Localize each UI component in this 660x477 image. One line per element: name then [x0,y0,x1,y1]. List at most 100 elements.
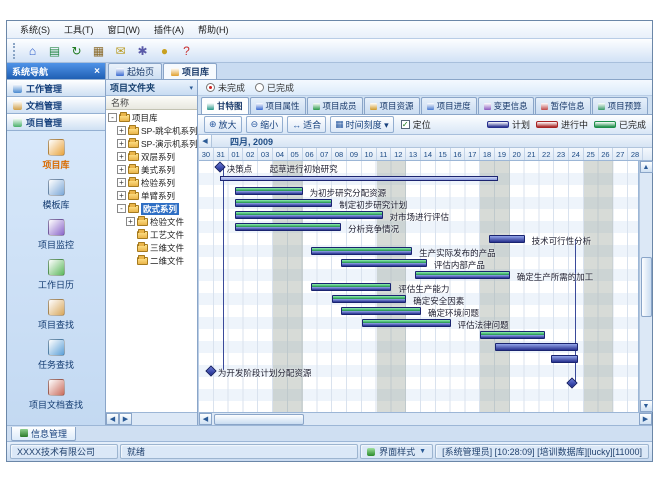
expand-icon[interactable]: + [126,217,135,226]
task-bar[interactable] [311,247,412,255]
sidebar-item-模板库[interactable]: 模板库 [10,177,102,214]
expand-icon[interactable]: + [117,165,126,174]
scroll-right-icon[interactable]: ▶ [119,413,132,425]
sidebar-item-任务查找[interactable]: 任务查找 [10,337,102,374]
task-bar[interactable] [311,283,391,291]
tree-hscrollbar[interactable]: ◀ ▶ [106,412,197,425]
tree-item-美式系列[interactable]: +美式系列 [106,163,197,176]
locate-checkbox[interactable]: ✓ 定位 [401,118,431,131]
refresh-icon[interactable]: ↻ [67,41,86,60]
tree-item-工艺文件[interactable]: 工艺文件 [106,228,197,241]
tree-item-单臂系列[interactable]: +单臂系列 [106,189,197,202]
report-icon[interactable]: ▦ [89,41,108,60]
message-icon[interactable]: ✉ [111,41,130,60]
scroll-down-icon[interactable]: ▼ [640,400,653,412]
view-tab-暂停信息[interactable]: 暂停信息 [535,97,591,114]
menu-系统(S)[interactable]: 系统(S) [13,21,57,38]
view-tab-甘特图[interactable]: 甘特图 [201,97,249,114]
timeline-scroll-left-icon[interactable]: ◀ [199,135,212,147]
tree-item-SP-跳伞机系列[interactable]: +SP-跳伞机系列 [106,124,197,137]
sidebar-item-项目监控[interactable]: 项目监控 [10,217,102,254]
expand-icon[interactable]: + [117,191,126,200]
gantt-button-适合[interactable]: ↔适合 [287,116,326,133]
gantt-button-缩小[interactable]: ⊖缩小 [246,116,284,133]
tree-item-检验系列[interactable]: +检验系列 [106,176,197,189]
task-bar[interactable] [235,223,342,231]
expand-icon[interactable]: + [117,178,126,187]
sidebar-group-项目管理[interactable]: 项目管理 [7,113,105,131]
scroll-left-icon[interactable]: ◀ [106,413,119,425]
filter-未完成[interactable]: 未完成 [206,81,245,94]
sidebar-item-工作日历[interactable]: 工作日历 [10,257,102,294]
task-bar[interactable] [235,199,333,207]
tree-item-双层系列[interactable]: +双层系列 [106,150,197,163]
view-tab-变更信息[interactable]: 变更信息 [478,97,534,114]
tree-panel-menu-icon[interactable]: ▾ [189,84,193,92]
summary-bar[interactable] [220,176,498,181]
task-bar[interactable] [551,355,578,363]
gantt-button-时间刻度 ▾[interactable]: ▦时间刻度 ▾ [330,116,394,133]
tree-item-检验文件[interactable]: +检验文件 [106,215,197,228]
task-bar[interactable] [415,271,510,279]
tab-info-management[interactable]: 信息管理 [11,427,76,441]
tree-item-项目库[interactable]: -项目库 [106,111,197,124]
scroll-up-icon[interactable]: ▲ [640,161,653,173]
task-bar[interactable] [341,259,427,267]
scroll-right-icon[interactable]: ▶ [639,413,652,425]
sidebar-items: 项目库模板库项目监控工作日历项目查找任务查找项目文档查找 [7,131,105,425]
tree-column-header[interactable]: 名称 [106,96,197,110]
tree-item-二维文件[interactable]: 二维文件 [106,254,197,267]
task-bar[interactable] [332,295,406,303]
expand-icon[interactable]: + [117,152,126,161]
task-bar[interactable] [341,307,421,315]
view-tab-项目属性[interactable]: 项目属性 [250,97,306,114]
collapse-icon[interactable]: - [117,204,126,213]
toolbar-grip[interactable] [13,43,16,59]
hscroll-thumb[interactable] [214,414,304,425]
ui-style-dropdown[interactable]: 界面样式 ▼ [360,444,433,459]
explorer-icon[interactable]: ▤ [45,41,64,60]
view-tab-项目进度[interactable]: 项目进度 [421,97,477,114]
settings-icon[interactable]: ✱ [133,41,152,60]
filter-已完成[interactable]: 已完成 [255,81,294,94]
gantt-chart[interactable]: 决策点起草进行初始研究为初步研究分配资源制定初步研究计划对市场进行评估分析竞争情… [199,161,639,412]
task-bar[interactable] [495,343,578,351]
menu-工具(T)[interactable]: 工具(T) [57,21,101,38]
sidebar-item-项目库[interactable]: 项目库 [10,137,102,174]
task-bar[interactable] [489,235,525,243]
task-bar[interactable] [235,211,383,219]
folder-icon [137,218,148,226]
sidebar-group-工作管理[interactable]: 工作管理 [7,79,105,97]
expand-icon[interactable]: + [117,139,126,148]
task-bar[interactable] [235,187,303,195]
doc-tab-项目库[interactable]: 项目库 [163,63,217,79]
view-tab-项目预算[interactable]: 项目预算 [592,97,648,114]
menu-插件(A)[interactable]: 插件(A) [147,21,191,38]
gantt-hscrollbar[interactable]: ◀ ▶ [199,412,652,425]
menu-帮助(H)[interactable]: 帮助(H) [191,21,236,38]
sidebar-close-icon[interactable]: × [94,66,100,77]
home-icon[interactable]: ⌂ [23,41,42,60]
vscroll-thumb[interactable] [641,257,652,317]
gantt-vscrollbar[interactable]: ▲ ▼ [639,161,652,412]
view-tab-项目成员[interactable]: 项目成员 [307,97,363,114]
tree-item-SP-演示机系列[interactable]: +SP-演示机系列 [106,137,197,150]
tree-item-欧式系列[interactable]: -欧式系列 [106,202,197,215]
tree-item-三维文件[interactable]: 三维文件 [106,241,197,254]
lock-icon[interactable]: ● [155,41,174,60]
gantt-button-放大[interactable]: ⊕放大 [204,116,242,133]
expand-icon[interactable]: + [117,126,126,135]
help-icon[interactable]: ? [177,41,196,60]
scroll-left-icon[interactable]: ◀ [199,413,212,425]
task-bar[interactable] [362,319,451,327]
task-bar[interactable] [480,331,545,339]
doc-tab-起始页[interactable]: 起始页 [108,63,162,79]
view-tab-项目资源[interactable]: 项目资源 [364,97,420,114]
sidebar-item-项目查找[interactable]: 项目查找 [10,297,102,334]
collapse-icon[interactable]: - [108,113,117,122]
folder-icon [128,205,139,213]
day-cell: 21 [525,148,540,160]
sidebar-item-项目文档查找[interactable]: 项目文档查找 [10,377,102,414]
sidebar-group-文档管理[interactable]: 文档管理 [7,96,105,114]
menu-窗口(W)[interactable]: 窗口(W) [101,21,148,38]
